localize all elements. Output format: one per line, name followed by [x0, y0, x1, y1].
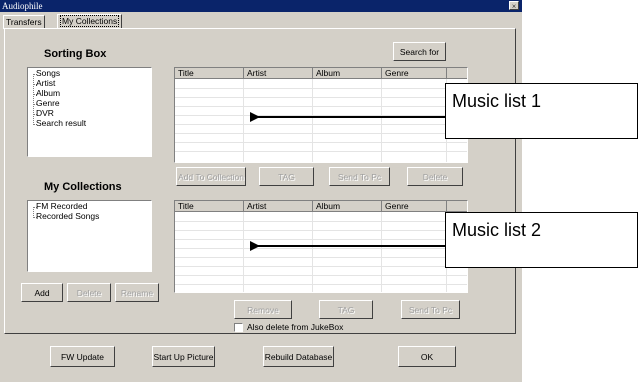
- column-album[interactable]: Album: [313, 68, 382, 78]
- also-delete-label: Also delete from JukeBox: [247, 322, 344, 332]
- row-divider: [175, 124, 467, 125]
- tab-my-collections[interactable]: My Collections: [57, 14, 123, 29]
- sorting-item-album[interactable]: Album: [36, 89, 60, 98]
- sorting-box-tree[interactable]: Songs Artist Album Genre DVR Search resu…: [27, 67, 152, 157]
- column-artist[interactable]: Artist: [244, 201, 313, 211]
- row-divider: [175, 133, 467, 134]
- row-divider: [175, 275, 467, 276]
- column-album[interactable]: Album: [313, 201, 382, 211]
- my-collections-heading: My Collections: [44, 181, 122, 193]
- add-to-collection-button[interactable]: Add To Collection: [176, 167, 246, 186]
- sorting-item-search-result[interactable]: Search result: [36, 119, 86, 128]
- annotation-music-list-2: Music list 2: [445, 212, 638, 268]
- rename-collection-button[interactable]: Rename: [115, 283, 159, 302]
- row-divider: [175, 248, 467, 249]
- music-list-1[interactable]: Title Artist Album Genre: [174, 67, 468, 163]
- column-title[interactable]: Title: [175, 68, 244, 78]
- row-divider: [175, 151, 467, 152]
- sorting-item-genre[interactable]: Genre: [36, 99, 60, 108]
- sorting-box-heading: Sorting Box: [44, 48, 107, 60]
- rebuild-database-button[interactable]: Rebuild Database: [263, 346, 334, 367]
- delete-collection-button[interactable]: Delete: [67, 283, 111, 302]
- sorting-item-dvr[interactable]: DVR: [36, 109, 54, 118]
- window-title: Audiophile: [2, 1, 43, 11]
- music-list-2[interactable]: Title Artist Album Genre: [174, 200, 468, 293]
- row-divider: [175, 221, 467, 222]
- row-divider: [175, 88, 467, 89]
- music-list-2-header: Title Artist Album Genre: [175, 201, 467, 212]
- ok-button[interactable]: OK: [398, 346, 456, 367]
- remove-button[interactable]: Remove: [234, 300, 292, 319]
- close-icon[interactable]: ×: [509, 1, 519, 11]
- tag-button-2[interactable]: TAG: [319, 300, 373, 319]
- app-window: Audiophile × Transfers My Collections So…: [0, 0, 522, 382]
- annotation-music-list-2-label: Music list 2: [452, 220, 542, 240]
- tab-my-collections-label: My Collections: [60, 15, 120, 27]
- my-collections-tree[interactable]: FM Recorded Recorded Songs: [27, 200, 152, 272]
- column-divider: [312, 212, 313, 292]
- column-genre[interactable]: Genre: [382, 201, 447, 211]
- row-divider: [175, 239, 467, 240]
- column-divider: [381, 212, 382, 292]
- fw-update-button[interactable]: FW Update: [50, 346, 115, 367]
- row-divider: [175, 97, 467, 98]
- tab-transfers[interactable]: Transfers: [3, 15, 45, 29]
- row-divider: [175, 266, 467, 267]
- delete-button-1[interactable]: Delete: [407, 167, 463, 186]
- also-delete-checkbox[interactable]: [234, 323, 243, 332]
- send-to-pc-button-2[interactable]: Send To Pc: [401, 300, 460, 319]
- row-divider: [175, 115, 467, 116]
- row-divider: [175, 142, 467, 143]
- music-list-1-header: Title Artist Album Genre: [175, 68, 467, 79]
- annotation-music-list-1: Music list 1: [445, 83, 638, 139]
- column-title[interactable]: Title: [175, 201, 244, 211]
- start-up-picture-button[interactable]: Start Up Picture: [152, 346, 215, 367]
- collection-item-recorded-songs[interactable]: Recorded Songs: [36, 212, 99, 221]
- title-bar: Audiophile ×: [0, 0, 522, 12]
- tag-button-1[interactable]: TAG: [259, 167, 314, 186]
- tree-connector: [33, 74, 35, 125]
- row-divider: [175, 257, 467, 258]
- sorting-item-artist[interactable]: Artist: [36, 79, 55, 88]
- row-divider: [175, 106, 467, 107]
- annotation-music-list-1-label: Music list 1: [452, 91, 542, 111]
- collection-item-fm-recorded[interactable]: FM Recorded: [36, 202, 88, 211]
- row-divider: [175, 284, 467, 285]
- column-genre[interactable]: Genre: [382, 68, 447, 78]
- send-to-pc-button-1[interactable]: Send To Pc: [329, 167, 390, 186]
- sorting-item-songs[interactable]: Songs: [36, 69, 60, 78]
- row-divider: [175, 230, 467, 231]
- add-collection-button[interactable]: Add: [21, 283, 63, 302]
- column-artist[interactable]: Artist: [244, 68, 313, 78]
- search-for-button[interactable]: Search for: [393, 42, 446, 61]
- column-divider: [243, 212, 244, 292]
